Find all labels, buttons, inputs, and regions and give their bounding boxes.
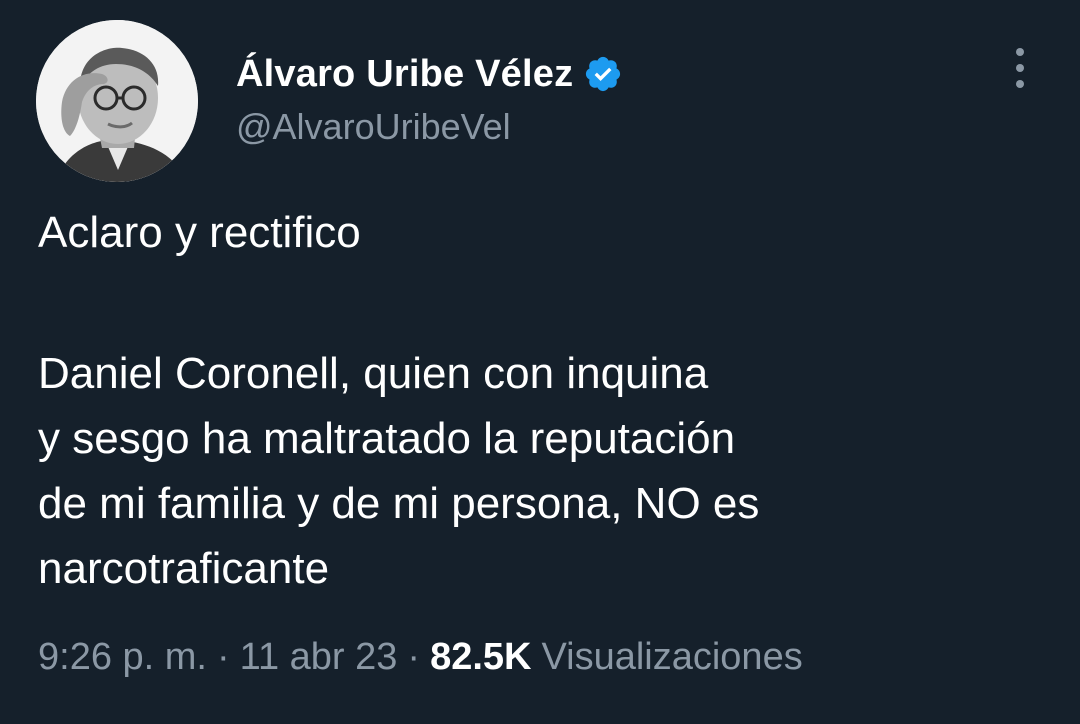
- author-handle[interactable]: @AlvaroUribeVel: [236, 106, 511, 148]
- tweet-text: Aclaro y rectifico Daniel Coronell, quie…: [38, 200, 1038, 601]
- dot: [1016, 48, 1024, 56]
- meta-separator: ·: [407, 636, 421, 678]
- verified-badge-icon: [586, 56, 621, 92]
- tweet-meta: 9:26 p. m. · 11 abr 23 · 82.5K Visualiza…: [38, 636, 803, 679]
- tweet-text-line: Aclaro y rectifico: [38, 208, 361, 257]
- tweet-text-line-blank: [38, 265, 1038, 341]
- tweet-text-line: y sesgo ha maltratado la reputación: [38, 414, 736, 463]
- meta-separator: ·: [216, 636, 230, 678]
- dot: [1016, 80, 1024, 88]
- tweet-text-line: Daniel Coronell, quien con inquina: [38, 349, 709, 398]
- avatar[interactable]: [36, 20, 198, 182]
- dot: [1016, 64, 1024, 72]
- profile-photo: [36, 20, 198, 182]
- tweet-date[interactable]: 11 abr 23: [240, 636, 398, 679]
- tweet-time[interactable]: 9:26 p. m.: [38, 636, 207, 679]
- tweet-text-line: de mi familia y de mi persona, NO es: [38, 479, 760, 528]
- views-count[interactable]: 82.5K: [430, 636, 531, 679]
- more-options-icon[interactable]: [1004, 44, 1036, 92]
- tweet-card: Álvaro Uribe Vélez @AlvaroUribeVel Aclar…: [0, 0, 1080, 724]
- author-display-name[interactable]: Álvaro Uribe Vélez: [236, 53, 573, 96]
- author-name-row: Álvaro Uribe Vélez: [236, 50, 623, 98]
- tweet-text-line: narcotraficante: [38, 544, 330, 593]
- views-label: Visualizaciones: [541, 636, 803, 678]
